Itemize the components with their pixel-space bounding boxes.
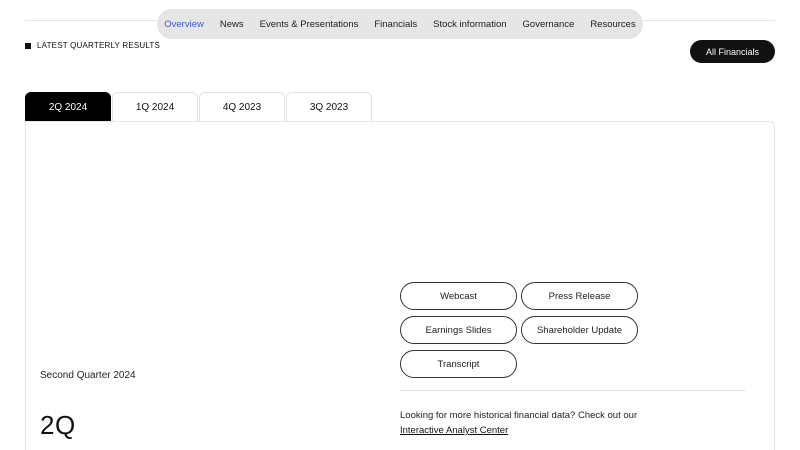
webcast-button[interactable]: Webcast: [400, 282, 517, 310]
tab-4q-2023[interactable]: 4Q 2023: [199, 92, 285, 122]
tab-3q-2023[interactable]: 3Q 2023: [286, 92, 372, 122]
quarter-short-title: 2Q: [40, 410, 76, 440]
quarter-panel: [25, 121, 775, 450]
section-heading-text: LATEST QUARTERLY RESULTS: [37, 41, 161, 50]
nav-events-presentations[interactable]: Events & Presentations: [260, 19, 359, 30]
panel-divider: [400, 390, 745, 391]
sub-navigation: Overview News Events & Presentations Fin…: [157, 9, 643, 39]
nav-stock-information[interactable]: Stock information: [433, 19, 506, 30]
square-bullet-icon: [25, 42, 31, 49]
earnings-slides-button[interactable]: Earnings Slides: [400, 316, 517, 344]
all-financials-button[interactable]: All Financials: [690, 40, 775, 63]
quarter-tabs: 2Q 2024 1Q 2024 4Q 2023 3Q 2023: [25, 92, 372, 122]
quarter-title: Second Quarter 2024: [40, 370, 136, 381]
nav-financials[interactable]: Financials: [374, 19, 417, 30]
tab-1q-2024[interactable]: 1Q 2024: [112, 92, 198, 122]
historical-data-text: Looking for more historical financial da…: [400, 410, 638, 421]
shareholder-update-button[interactable]: Shareholder Update: [521, 316, 638, 344]
tab-2q-2024[interactable]: 2Q 2024: [25, 92, 111, 122]
press-release-button[interactable]: Press Release: [521, 282, 638, 310]
transcript-button[interactable]: Transcript: [400, 350, 517, 378]
nav-news[interactable]: News: [220, 19, 244, 30]
interactive-analyst-center-link[interactable]: Interactive Analyst Center: [400, 423, 637, 438]
historical-data-note: Looking for more historical financial da…: [400, 408, 637, 438]
nav-governance[interactable]: Governance: [523, 19, 575, 30]
nav-resources[interactable]: Resources: [590, 19, 635, 30]
nav-overview[interactable]: Overview: [164, 19, 204, 30]
section-heading: LATEST QUARTERLY RESULTS: [25, 41, 160, 50]
